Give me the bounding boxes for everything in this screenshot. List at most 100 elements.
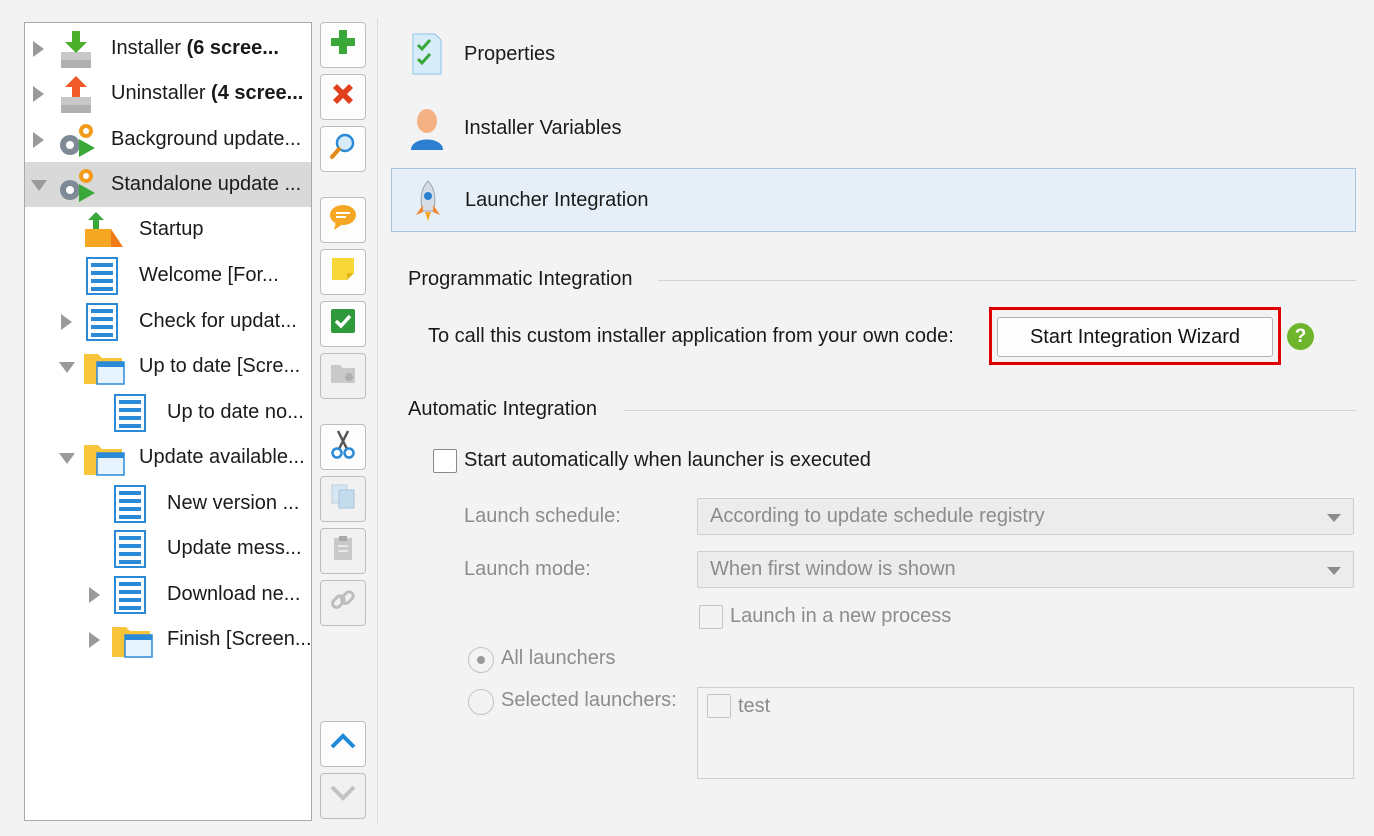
tree-item-label: Startup bbox=[139, 218, 204, 240]
expand-arrow-icon[interactable] bbox=[89, 587, 100, 603]
tree-item-uninstaller[interactable]: Uninstaller (4 scree... bbox=[25, 71, 311, 116]
launch-schedule-label: Launch schedule: bbox=[464, 505, 621, 527]
installer-down-arrow-icon bbox=[55, 30, 97, 68]
screen-page-icon bbox=[111, 394, 153, 432]
nav-variables-label: Installer Variables bbox=[464, 116, 622, 139]
help-icon[interactable]: ? bbox=[1287, 323, 1314, 350]
cut-button[interactable] bbox=[320, 424, 366, 470]
tree-item-label: Standalone update ... bbox=[111, 173, 302, 195]
tree-item-label: Finish [Screen... bbox=[167, 628, 312, 650]
copy-button[interactable] bbox=[320, 476, 366, 522]
all-launchers-radio[interactable] bbox=[468, 647, 494, 673]
screen-page-icon bbox=[111, 485, 153, 523]
tree-item-installer[interactable]: Installer (6 scree... bbox=[25, 26, 311, 71]
startup-box-icon bbox=[83, 211, 125, 249]
move-down-icon bbox=[329, 783, 357, 809]
collapse-arrow-icon[interactable] bbox=[59, 362, 75, 373]
nav-properties-label: Properties bbox=[464, 42, 556, 65]
screen-page-icon bbox=[111, 530, 153, 568]
comment-button[interactable] bbox=[320, 197, 366, 243]
launch-schedule-value: According to update schedule registry bbox=[710, 505, 1045, 527]
all-launchers-label: All launchers bbox=[501, 647, 616, 669]
uninstaller-up-arrow-icon bbox=[55, 75, 97, 113]
nav-launcher-label: Launcher Integration bbox=[465, 188, 649, 211]
copy-icon bbox=[329, 482, 357, 516]
gears-play-icon bbox=[55, 166, 97, 204]
group-divider bbox=[658, 280, 1356, 281]
tree-item-up-to-date[interactable]: Up to date [Scre... bbox=[25, 344, 311, 389]
start-integration-wizard-button[interactable]: Start Integration Wizard bbox=[997, 317, 1273, 357]
move-up-button[interactable] bbox=[320, 721, 366, 767]
tree-item-label: New version ... bbox=[167, 492, 300, 514]
collapse-arrow-icon[interactable] bbox=[31, 180, 47, 191]
tree-item-label: Up to date no... bbox=[167, 401, 304, 423]
user-variables-icon bbox=[409, 106, 445, 150]
automatic-integration-title: Automatic Integration bbox=[408, 398, 597, 420]
folder-window-icon bbox=[83, 439, 125, 477]
folder-disabled-icon bbox=[329, 359, 357, 393]
screen-page-icon bbox=[83, 257, 125, 295]
properties-checklist-icon bbox=[409, 32, 445, 76]
tree-item-check-for-updates[interactable]: Check for updat... bbox=[25, 299, 311, 344]
tree-item-update-available[interactable]: Update available... bbox=[25, 435, 311, 480]
move-down-button[interactable] bbox=[320, 773, 366, 819]
expand-arrow-icon[interactable] bbox=[33, 86, 44, 102]
paste-icon bbox=[329, 534, 357, 568]
expand-arrow-icon[interactable] bbox=[33, 132, 44, 148]
folder-window-icon bbox=[83, 348, 125, 386]
note-button[interactable] bbox=[320, 249, 366, 295]
tree-item-label: Download ne... bbox=[167, 583, 301, 605]
link-icon bbox=[329, 586, 357, 620]
launch-mode-label: Launch mode: bbox=[464, 558, 591, 580]
link-button[interactable] bbox=[320, 580, 366, 626]
tree-item-standalone-update[interactable]: Standalone update ... bbox=[25, 162, 311, 207]
screen-page-icon bbox=[83, 303, 125, 341]
nav-properties[interactable]: Properties bbox=[391, 22, 1356, 86]
group-divider bbox=[624, 410, 1356, 411]
search-button[interactable] bbox=[320, 126, 366, 172]
launchers-list[interactable]: test bbox=[697, 687, 1354, 779]
folder-disabled-button[interactable] bbox=[320, 353, 366, 399]
tree-item-label: Update mess... bbox=[167, 537, 302, 559]
tree-item-download-new[interactable]: Download ne... bbox=[25, 572, 311, 617]
tree-item-startup[interactable]: Startup bbox=[25, 207, 311, 252]
expand-arrow-icon[interactable] bbox=[61, 314, 72, 330]
start-automatically-checkbox[interactable] bbox=[433, 449, 457, 473]
tree-item-label: Uninstaller (4 scree... bbox=[111, 82, 304, 104]
nav-launcher-integration[interactable]: Launcher Integration bbox=[391, 168, 1356, 232]
tree-item-up-to-date-notice[interactable]: Up to date no... bbox=[25, 390, 311, 435]
check-button[interactable] bbox=[320, 301, 366, 347]
panel-divider bbox=[377, 18, 378, 824]
tree-item-label: Background update... bbox=[111, 128, 302, 150]
note-icon bbox=[329, 255, 357, 289]
add-button[interactable] bbox=[320, 22, 366, 68]
programmatic-integration-title: Programmatic Integration bbox=[408, 268, 633, 290]
new-process-checkbox[interactable] bbox=[699, 605, 723, 629]
radio-selected-dot bbox=[477, 656, 485, 664]
tree-item-welcome[interactable]: Welcome [For... bbox=[25, 253, 311, 298]
tree-item-label: Installer (6 scree... bbox=[111, 37, 279, 59]
add-icon bbox=[329, 28, 357, 62]
check-icon bbox=[329, 307, 357, 341]
launch-schedule-select[interactable]: According to update schedule registry bbox=[697, 498, 1354, 535]
tree-item-new-version[interactable]: New version ... bbox=[25, 481, 311, 526]
tree-item-label: Up to date [Scre... bbox=[139, 355, 301, 377]
nav-installer-variables[interactable]: Installer Variables bbox=[391, 96, 1356, 160]
delete-button[interactable] bbox=[320, 74, 366, 120]
selected-launchers-label: Selected launchers: bbox=[501, 689, 677, 711]
screens-tree[interactable]: Installer (6 scree... Uninstaller (4 scr… bbox=[24, 22, 312, 821]
launcher-item-label: test bbox=[738, 695, 771, 717]
launch-mode-select[interactable]: When first window is shown bbox=[697, 551, 1354, 588]
tree-item-label: Welcome [For... bbox=[139, 264, 279, 286]
collapse-arrow-icon[interactable] bbox=[59, 453, 75, 464]
tree-item-update-message[interactable]: Update mess... bbox=[25, 526, 311, 571]
gears-play-icon bbox=[55, 121, 97, 159]
tree-item-label: Check for updat... bbox=[139, 310, 297, 332]
tree-item-finish[interactable]: Finish [Screen... bbox=[25, 617, 311, 662]
expand-arrow-icon[interactable] bbox=[89, 632, 100, 648]
tree-item-background-update[interactable]: Background update... bbox=[25, 117, 311, 162]
selected-launchers-radio[interactable] bbox=[468, 689, 494, 715]
expand-arrow-icon[interactable] bbox=[33, 41, 44, 57]
launcher-checkbox-test[interactable] bbox=[707, 694, 731, 718]
paste-button[interactable] bbox=[320, 528, 366, 574]
